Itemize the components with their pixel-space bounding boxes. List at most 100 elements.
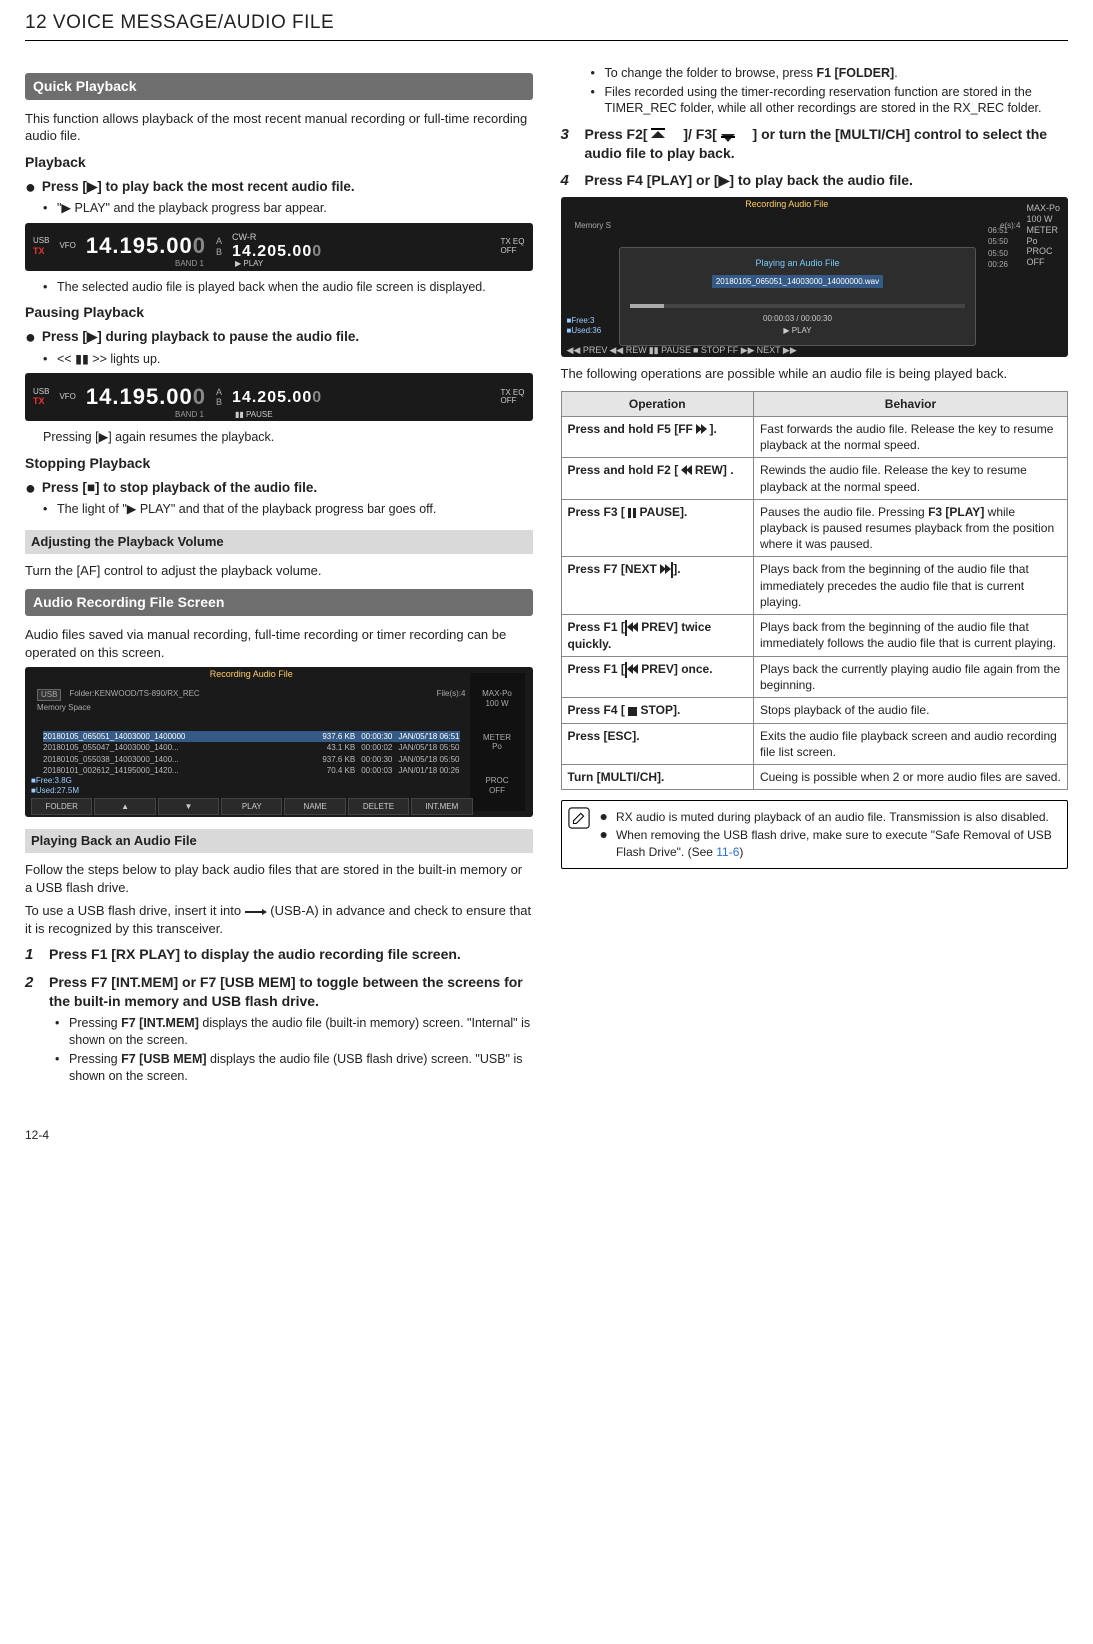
op-cell: Press F1 [ PREV] once. xyxy=(561,657,753,698)
lcd-btn-intmem: INT.MEM xyxy=(411,798,472,816)
lcd-usb-label: USB xyxy=(33,237,49,246)
lcd-meter: METERPo xyxy=(1026,225,1060,247)
right-bullet-2: • Files recorded using the timer-recordi… xyxy=(591,84,1069,118)
op-cell: Press F1 [ PREV] twice quickly. xyxy=(561,614,753,656)
playing-back-intro2: To use a USB flash drive, insert it into… xyxy=(25,902,533,937)
be-cell: Rewinds the audio file. Release the key … xyxy=(753,458,1067,499)
lcd-tx-label: TX xyxy=(33,396,49,407)
play-note2-line: • The selected audio file is played back… xyxy=(43,279,533,296)
lcd-titlebar: Recording Audio File xyxy=(561,199,1014,210)
audio-rec-intro: Audio files saved via manual recording, … xyxy=(25,626,533,661)
lcd-right-sidebar: MAX-Po100 W METERPo PROCOFF xyxy=(470,673,525,811)
op-cell: Press and hold F2 [ REW] . xyxy=(561,458,753,499)
prev-icon xyxy=(625,620,638,636)
step-1: 1 Press F1 [RX PLAY] to display the audi… xyxy=(25,945,533,965)
th-operation: Operation xyxy=(561,391,753,416)
step2-bullet-1-text: Pressing F7 [INT.MEM] displays the audio… xyxy=(69,1015,533,1049)
step-2: 2 Press F7 [INT.MEM] or F7 [USB MEM] to … xyxy=(25,973,533,1011)
lcd-usb-badge: USB xyxy=(37,689,61,701)
lcd-btn-delete: DELETE xyxy=(348,798,409,816)
operations-table: Operation Behavior Press and hold F5 [FF… xyxy=(561,391,1069,790)
be-cell: Plays back the currently playing audio f… xyxy=(753,657,1067,698)
lcd-pause-indicator: ▮▮ PAUSE xyxy=(235,410,273,420)
lcd-mode: CW-R xyxy=(232,232,322,243)
right-bullet-1-text: To change the folder to browse, press F1… xyxy=(605,65,898,82)
step2-bullet-2: • Pressing F7 [USB MEM] displays the aud… xyxy=(55,1051,533,1085)
instruction-pause: ● Press [▶] during playback to pause the… xyxy=(25,328,533,346)
note-bullet-1-text: RX audio is muted during playback of an … xyxy=(616,809,1049,825)
lcd-tx-label: TX xyxy=(33,246,49,257)
step-3: 3 Press F2[ ]/ F3[ ] or turn the [MULTI/… xyxy=(561,125,1069,163)
link-11-6[interactable]: 11-6 xyxy=(716,845,739,859)
bullet-dot-icon: ● xyxy=(25,328,36,346)
volume-text: Turn the [AF] control to adjust the play… xyxy=(25,562,533,580)
lcd-time: 00:00:03 / 00:00:30 xyxy=(630,314,965,324)
lcd-btn-next: NEXT ▶▶ xyxy=(757,345,797,356)
be-cell: Fast forwards the audio file. Release th… xyxy=(753,417,1067,458)
note-body: ● RX audio is muted during playback of a… xyxy=(596,801,1068,868)
note-bullet-1: ● RX audio is muted during playback of a… xyxy=(600,809,1060,825)
lcd-screenshot-playing: Recording Audio File Memory S e(s):4 Pla… xyxy=(561,197,1069,357)
bullet-icon: • xyxy=(591,65,597,82)
step2-bullet-2-text: Pressing F7 [USB MEM] displays the audio… xyxy=(69,1051,533,1085)
lcd-band: BAND 1 xyxy=(175,410,204,420)
note-icon xyxy=(562,801,596,868)
rewind-icon xyxy=(682,463,692,479)
lcd-file-row: 20180105_055038_14003000_1400... 937.6 K… xyxy=(43,754,460,766)
lcd-freq-a: 14.195.000 xyxy=(86,384,206,410)
lcd-ab-icon: AB xyxy=(216,387,222,409)
play-note-text: "▶ PLAY" and the playback progress bar a… xyxy=(57,200,327,217)
lcd-btn-down: ▼ xyxy=(158,798,219,816)
subsection-volume: Adjusting the Playback Volume xyxy=(25,530,533,554)
step-4: 4 Press F4 [PLAY] or [▶] to play back th… xyxy=(561,171,1069,191)
lcd-btn-ff: FF ▶▶ xyxy=(727,345,754,356)
table-row: Press F1 [ PREV] once. Plays back the cu… xyxy=(561,657,1068,698)
section-audio-rec-screen: Audio Recording File Screen xyxy=(25,589,533,616)
instruction-play: ● Press [▶] to play back the most recent… xyxy=(25,178,533,196)
next-icon xyxy=(660,562,673,578)
op-cell: Press F4 [ STOP]. xyxy=(561,698,753,723)
subsection-playing-back: Playing Back an Audio File xyxy=(25,829,533,853)
instruction-stop-text: Press [■] to stop playback of the audio … xyxy=(42,479,317,497)
step-number: 2 xyxy=(25,973,39,993)
step-2-text: Press F7 [INT.MEM] or F7 [USB MEM] to to… xyxy=(49,973,533,1011)
lcd-used: Used:36 xyxy=(571,326,601,335)
lcd-dialog-header: Playing an Audio File xyxy=(630,258,965,269)
usb-icon xyxy=(245,907,267,917)
bullet-dot-icon: ● xyxy=(600,809,608,825)
quick-playback-intro: This function allows playback of the mos… xyxy=(25,110,533,145)
bullet-dot-icon: ● xyxy=(25,178,36,196)
stop-note-line: • The light of "▶ PLAY" and that of the … xyxy=(43,501,533,518)
lcd-proc: PROCOFF xyxy=(472,776,523,795)
be-cell: Plays back from the beginning of the aud… xyxy=(753,614,1067,656)
lcd-right-sidebar: MAX-Po100 W METERPo PROCOFF xyxy=(1026,203,1060,351)
step-1-text: Press F1 [RX PLAY] to display the audio … xyxy=(49,945,461,964)
lcd-btn-rew: ◀◀ REW xyxy=(609,345,646,356)
bullet-icon: • xyxy=(55,1015,61,1032)
step-3-text: Press F2[ ]/ F3[ ] or turn the [MULTI/CH… xyxy=(585,125,1069,163)
heading-stopping: Stopping Playback xyxy=(25,454,533,473)
lcd-band: BAND 1 xyxy=(175,259,204,269)
be-cell: Exits the audio file playback screen and… xyxy=(753,723,1067,764)
lcd-titlebar: Recording Audio File xyxy=(25,669,478,680)
note-bullet-2-text: When removing the USB flash drive, make … xyxy=(616,827,1059,859)
lcd-free: Free:3.8G xyxy=(36,776,72,785)
bullet-dot-icon: ● xyxy=(600,827,608,859)
step2-bullet-1: • Pressing F7 [INT.MEM] displays the aud… xyxy=(55,1015,533,1049)
lcd-file-list: 20180105_065051_14003000_1400000 937.6 K… xyxy=(43,731,460,777)
stop-note-text: The light of "▶ PLAY" and that of the pl… xyxy=(57,501,436,518)
table-row: Turn [MULTI/CH]. Cueing is possible when… xyxy=(561,764,1068,789)
two-column-layout: Quick Playback This function allows play… xyxy=(25,63,1068,1087)
pause-note-line: • << ▮▮ >> lights up. xyxy=(43,351,533,368)
op-cell: Press [ESC]. xyxy=(561,723,753,764)
lcd-screenshot-pause: USB TX VFO 14.195.000 AB 14.205.000 TX E… xyxy=(25,373,533,421)
right-bullet-1: • To change the folder to browse, press … xyxy=(591,65,1069,82)
lcd-usb-label: USB xyxy=(33,388,49,397)
bullet-icon: • xyxy=(591,84,597,101)
lcd-btn-play: PLAY xyxy=(221,798,282,816)
lcd-maxpo: MAX-Po100 W xyxy=(1026,203,1060,225)
lcd-play-label: ▶ PLAY xyxy=(630,326,965,336)
playing-back-intro1: Follow the steps below to play back audi… xyxy=(25,861,533,896)
pause-icon xyxy=(628,508,636,518)
fast-forward-icon xyxy=(696,422,706,438)
